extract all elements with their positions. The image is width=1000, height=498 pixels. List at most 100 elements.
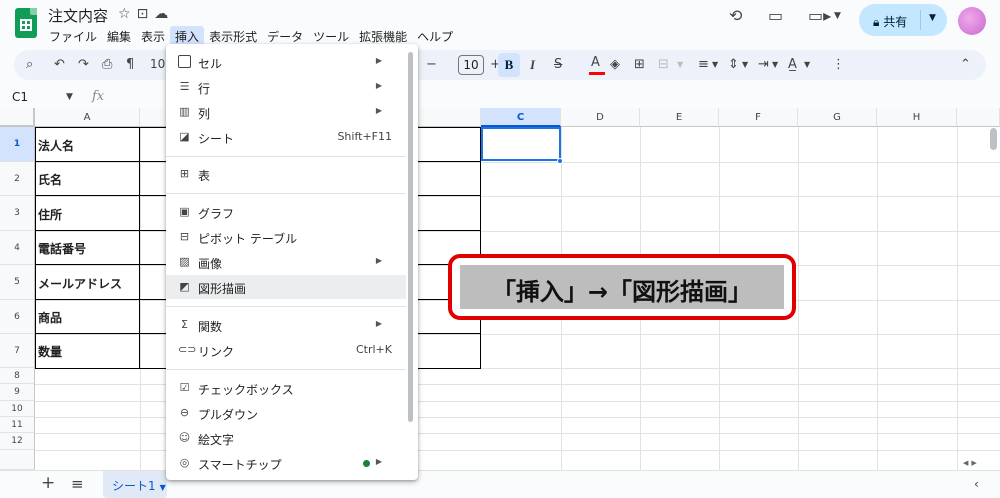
column-header-c[interactable]: C: [481, 108, 561, 127]
fill-handle[interactable]: [557, 158, 563, 164]
document-title[interactable]: 注文内容: [48, 5, 108, 26]
borders-icon[interactable]: ⊞: [634, 57, 645, 72]
menu-item-pivot-table[interactable]: ⊟ ピボット テーブル: [166, 225, 406, 249]
merge-cells-icon[interactable]: ⊟: [658, 57, 669, 72]
row-header-4[interactable]: 4: [0, 231, 35, 265]
menu-item-checkbox[interactable]: ☑ チェックボックス: [166, 376, 406, 400]
share-caret-icon[interactable]: ▼: [929, 13, 936, 23]
cell-a6[interactable]: 商品: [35, 309, 140, 326]
menu-item-rows[interactable]: ☰ 行 ▶: [166, 75, 406, 99]
undo-icon[interactable]: ↶: [54, 57, 65, 72]
menu-file[interactable]: ファイル: [44, 26, 102, 47]
paint-format-icon[interactable]: ¶: [126, 57, 134, 72]
fill-color-icon[interactable]: ◈: [610, 57, 620, 72]
comments-icon[interactable]: ▭: [768, 6, 783, 25]
name-box-caret-icon[interactable]: ▼: [66, 92, 73, 102]
bold-button[interactable]: B: [498, 53, 520, 77]
vertical-scrollbar[interactable]: [990, 128, 997, 150]
row-header-6[interactable]: 6: [0, 300, 35, 334]
row-header-13[interactable]: [0, 450, 35, 470]
font-size-input[interactable]: 10: [458, 55, 484, 75]
print-icon[interactable]: ⎙: [102, 57, 112, 72]
version-history-icon[interactable]: ⟲: [729, 6, 742, 25]
horizontal-scroll-arrows[interactable]: ◀▶: [963, 459, 980, 467]
side-panel-toggle-icon[interactable]: ‹: [974, 477, 979, 491]
vertical-align-icon[interactable]: ⇕: [728, 57, 739, 72]
strikethrough-button[interactable]: S: [554, 57, 562, 72]
meet-caret-icon[interactable]: ▼: [834, 11, 841, 21]
column-header-h[interactable]: H: [877, 108, 957, 127]
menu-help[interactable]: ヘルプ: [412, 26, 458, 47]
menu-edit[interactable]: 編集: [102, 26, 136, 47]
menu-item-chart[interactable]: ▣ グラフ: [166, 200, 406, 224]
rotation-caret-icon[interactable]: ▼: [804, 60, 810, 69]
menu-item-link[interactable]: ⊂⊃ リンク Ctrl+K: [166, 338, 406, 362]
valign-caret-icon[interactable]: ▼: [742, 60, 748, 69]
selected-cell-c1[interactable]: [481, 127, 561, 161]
menu-item-function[interactable]: Σ 関数 ▶: [166, 313, 406, 337]
merge-caret-icon[interactable]: ▼: [677, 60, 683, 69]
cell-a2[interactable]: 氏名: [35, 171, 140, 188]
row-header-2[interactable]: 2: [0, 162, 35, 196]
collapse-menus-icon[interactable]: ⌃: [960, 57, 971, 72]
search-menus-icon[interactable]: ⌕: [26, 57, 33, 72]
column-header-i[interactable]: [957, 108, 1000, 127]
annotation-background: 「挿入」→「図形描画」: [460, 265, 784, 309]
column-header-d[interactable]: D: [561, 108, 640, 127]
new-feature-dot: [363, 460, 370, 467]
text-rotation-icon[interactable]: A̲: [788, 57, 797, 72]
decrease-font-size-icon[interactable]: −: [426, 57, 437, 72]
name-box[interactable]: C1: [12, 90, 28, 104]
wrap-caret-icon[interactable]: ▼: [772, 60, 778, 69]
menu-item-cells[interactable]: セル ▶: [166, 50, 406, 74]
sheets-logo-icon[interactable]: [15, 8, 37, 38]
row-header-9[interactable]: 9: [0, 384, 35, 401]
cell-a1[interactable]: 法人名: [35, 137, 140, 154]
cell-a4[interactable]: 電話番号: [35, 240, 140, 257]
horizontal-align-icon[interactable]: ≡: [698, 57, 709, 72]
menu-item-label: 表: [198, 169, 211, 183]
menu-view[interactable]: 表示: [136, 26, 170, 47]
menu-item-image[interactable]: ▨ 画像 ▶: [166, 250, 406, 274]
row-header-11[interactable]: 11: [0, 417, 35, 433]
row-header-5[interactable]: 5: [0, 265, 35, 300]
menu-item-emoji[interactable]: ☺ 絵文字: [166, 426, 406, 450]
avatar[interactable]: [958, 7, 986, 35]
star-icon[interactable]: ☆: [118, 6, 137, 22]
halign-caret-icon[interactable]: ▼: [712, 60, 718, 69]
italic-button[interactable]: I: [530, 57, 535, 73]
all-sheets-icon[interactable]: ≡: [71, 475, 84, 493]
row-header-3[interactable]: 3: [0, 196, 35, 231]
menu-item-drawing[interactable]: ◩ 図形描画: [166, 275, 406, 299]
cell-a3[interactable]: 住所: [35, 206, 140, 223]
meet-icon[interactable]: ▭▸: [808, 6, 831, 25]
row-header-7[interactable]: 7: [0, 334, 35, 368]
row-header-12[interactable]: 12: [0, 433, 35, 450]
share-button[interactable]: 🔒︎ 共有 ▼: [859, 4, 947, 36]
cell-a5[interactable]: メールアドレス: [35, 275, 140, 292]
text-wrapping-icon[interactable]: ⇥: [758, 57, 769, 72]
column-header-e[interactable]: E: [640, 108, 719, 127]
menu-item-dropdown[interactable]: ⊖ プルダウン: [166, 401, 406, 425]
row-header-8[interactable]: 8: [0, 368, 35, 384]
menu-item-columns[interactable]: ▥ 列 ▶: [166, 100, 406, 124]
sheet-tab-1[interactable]: シート1 ▼: [103, 471, 167, 498]
redo-icon[interactable]: ↷: [78, 57, 89, 72]
row-header-10[interactable]: 10: [0, 401, 35, 417]
add-sheet-icon[interactable]: +: [41, 473, 55, 493]
menu-item-smart-chips[interactable]: ◎ スマートチップ ▶: [166, 451, 406, 475]
menu-item-table[interactable]: ⊞ 表: [166, 162, 406, 186]
column-header-f[interactable]: F: [719, 108, 798, 127]
select-all-corner[interactable]: [0, 108, 35, 127]
row-header-1[interactable]: 1: [0, 127, 35, 162]
text-color-button[interactable]: A: [591, 55, 600, 70]
more-options-icon[interactable]: ⋮: [832, 57, 845, 72]
cloud-status-icon[interactable]: ☁: [154, 6, 174, 22]
cell-a7[interactable]: 数量: [35, 343, 140, 360]
column-header-g[interactable]: G: [798, 108, 877, 127]
sheet-tab-caret-icon[interactable]: ▼: [160, 483, 166, 492]
menu-item-sheet[interactable]: ◪ シート Shift+F11: [166, 125, 406, 149]
column-header-a[interactable]: A: [35, 108, 140, 127]
menu-scrollbar[interactable]: [408, 52, 413, 422]
move-folder-icon[interactable]: ⊡: [137, 6, 155, 22]
